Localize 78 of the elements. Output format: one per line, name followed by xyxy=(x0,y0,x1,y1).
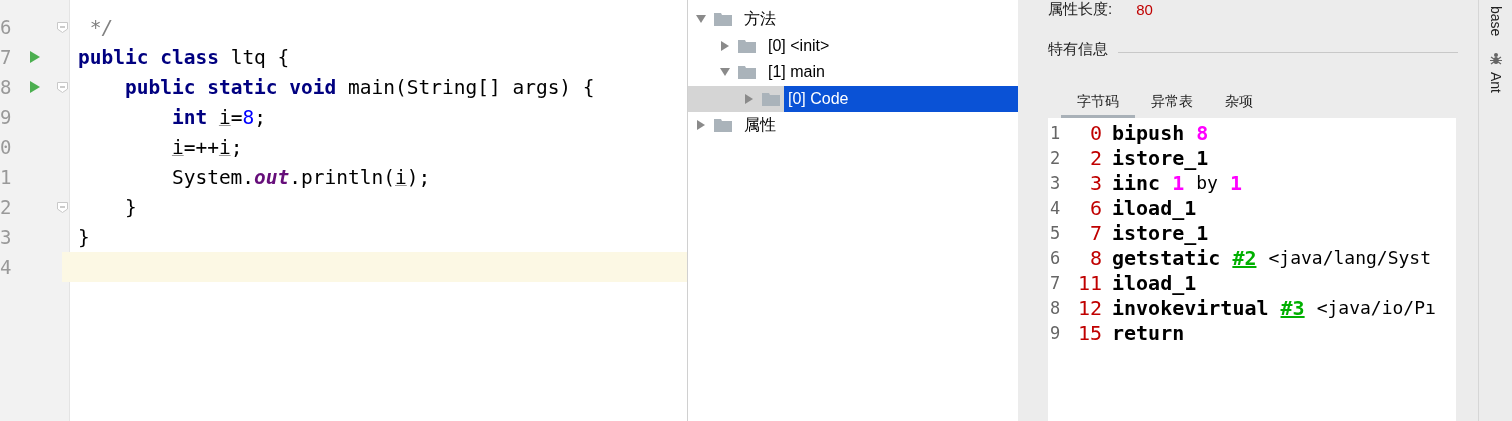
line-number: 2 xyxy=(1049,147,1062,168)
bytecode-instruction: istore_1 xyxy=(1112,145,1209,170)
bytecode-offset: 2 xyxy=(1088,145,1102,170)
line-number: 7 xyxy=(1049,272,1062,293)
code-line: } xyxy=(123,195,137,219)
bytecode-offset: 6 xyxy=(1088,195,1102,220)
tree-item[interactable]: [0] Code xyxy=(784,85,1018,112)
line-number: 8 xyxy=(1049,297,1062,318)
code-line: System.out.println(i); xyxy=(170,165,431,189)
line-number: 6 xyxy=(1049,247,1062,268)
fold-icon xyxy=(57,81,69,93)
line-number: 3 xyxy=(0,225,13,250)
tree-item[interactable]: 方法 xyxy=(740,6,780,33)
expanded-arrow-icon xyxy=(696,14,706,25)
bytecode-instruction: invokevirtual xyxy=(1112,295,1269,320)
bytecode-offset: 11 xyxy=(1076,270,1102,295)
bytecode-offset: 0 xyxy=(1088,120,1102,145)
line-number: 9 xyxy=(0,105,13,130)
code-line: */ xyxy=(88,15,114,39)
bytecode-operand: by xyxy=(1196,172,1218,193)
code-line: } xyxy=(78,225,90,249)
bytecode-instruction: return xyxy=(1112,320,1185,345)
bytecode-offset: 3 xyxy=(1088,170,1102,195)
tab[interactable]: 杂项 xyxy=(1209,89,1269,118)
expanded-arrow-icon xyxy=(720,67,730,78)
bytecode-operand: <java/lang/Syst xyxy=(1268,247,1432,268)
tree-item[interactable]: 属性 xyxy=(740,112,780,139)
bytecode-instruction: iinc xyxy=(1112,170,1161,195)
bytecode-operand: <java/io/Pı xyxy=(1316,297,1436,318)
line-number: 1 xyxy=(1049,122,1062,143)
line-number: 8 xyxy=(0,75,13,100)
line-number: 2 xyxy=(0,195,13,220)
bytecode-instruction: iload_1 xyxy=(1112,195,1197,220)
collapsed-arrow-icon xyxy=(696,120,706,131)
folder-icon xyxy=(738,38,756,53)
bytecode-operand: 1 xyxy=(1229,170,1242,195)
bytecode-offset: 8 xyxy=(1088,245,1102,270)
tool-window-tab[interactable]: Ant xyxy=(1488,52,1504,94)
line-number: 6 xyxy=(0,15,13,40)
bytecode-instruction: bipush xyxy=(1112,120,1185,145)
run-icon xyxy=(29,51,40,63)
line-number: 0 xyxy=(0,135,13,160)
bytecode-operand: 1 xyxy=(1172,170,1185,195)
section-title: 特有信息 xyxy=(1048,40,1108,59)
bytecode-operand: 8 xyxy=(1196,120,1209,145)
bytecode-instruction: iload_1 xyxy=(1112,270,1197,295)
line-number: 1 xyxy=(0,165,13,190)
run-icon xyxy=(29,81,40,93)
attribute-length-label: 属性长度: xyxy=(1048,0,1113,19)
code-line: public static void main(String[] args) { xyxy=(123,75,595,99)
line-number: 4 xyxy=(1049,197,1062,218)
bug-icon xyxy=(1489,52,1503,67)
tab[interactable]: 异常表 xyxy=(1135,89,1209,118)
bytecode-offset: 7 xyxy=(1088,220,1102,245)
collapsed-arrow-icon xyxy=(744,93,754,104)
folder-icon xyxy=(714,12,732,27)
line-number: 5 xyxy=(1049,222,1062,243)
tool-window-tab[interactable]: base xyxy=(1488,6,1504,37)
line-number: 9 xyxy=(1049,322,1062,343)
attribute-length-value: 80 xyxy=(1136,0,1153,18)
bytecode-offset: 15 xyxy=(1076,320,1102,345)
bytecode-offset: 12 xyxy=(1076,295,1102,320)
line-number: 4 xyxy=(0,255,13,280)
bytecode-instruction: getstatic xyxy=(1112,245,1221,270)
folder-icon xyxy=(762,91,780,106)
bytecode-instruction: istore_1 xyxy=(1112,220,1209,245)
tree-item[interactable]: [1] main xyxy=(764,59,829,86)
code-line: int i=8; xyxy=(170,105,266,129)
line-number: 3 xyxy=(1049,172,1062,193)
fold-icon xyxy=(57,21,69,33)
code-line: i=++i; xyxy=(170,135,243,159)
fold-icon xyxy=(57,201,69,213)
folder-icon xyxy=(714,118,732,133)
code-line: public class ltq { xyxy=(78,45,290,69)
collapsed-arrow-icon xyxy=(720,40,730,51)
tree-item[interactable]: [0] <init> xyxy=(764,32,834,59)
folder-icon xyxy=(738,65,756,80)
line-number: 7 xyxy=(0,45,13,70)
